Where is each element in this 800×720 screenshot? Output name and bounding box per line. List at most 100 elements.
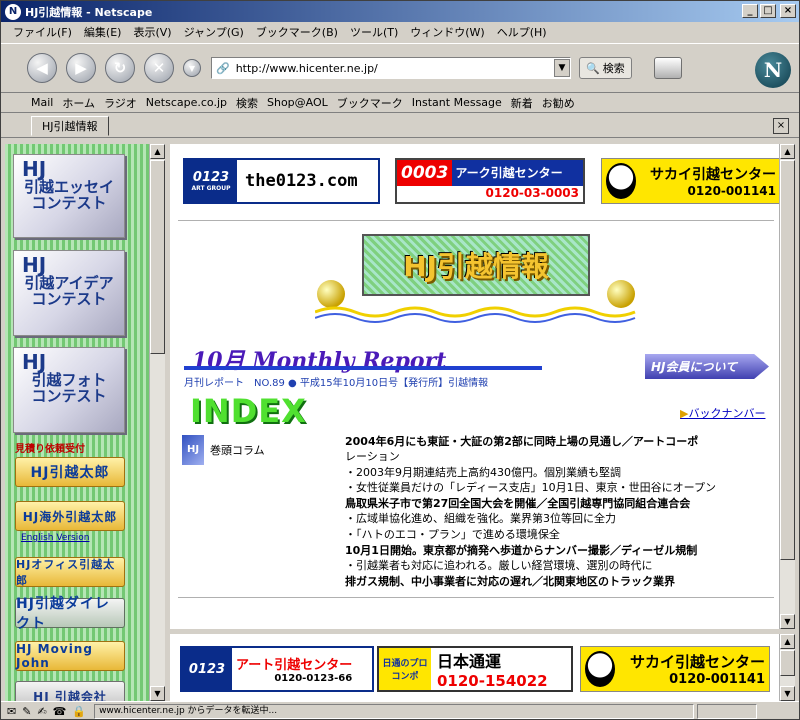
bottom-scroll-up-icon[interactable]: ▲	[780, 634, 795, 649]
banner-sakai-bottom[interactable]: サカイ引越センター 0120-001141	[580, 646, 770, 692]
sidebar-kaigai[interactable]: HJ海外引越太郎	[15, 501, 125, 531]
toolbar-instant-message[interactable]: Instant Message	[412, 96, 502, 109]
sidebar-scroll-up-icon[interactable]: ▲	[150, 144, 165, 159]
main-scrollbar[interactable]: ▲ ▼	[779, 144, 795, 629]
english-version-link[interactable]: English Version	[21, 533, 89, 543]
status-icon-address-book[interactable]: ☎	[53, 705, 67, 718]
toolbar-new[interactable]: 新着	[511, 95, 533, 111]
quote-heading: 見積り依頼受付	[15, 444, 85, 455]
forward-icon[interactable]: ▶	[66, 53, 96, 83]
banner-arc[interactable]: 0003 アーク引越センター 0120-03-0003	[395, 158, 585, 204]
toolbar-bookmarks[interactable]: ブックマーク	[337, 95, 403, 111]
banner-arc-num: 0003	[397, 160, 453, 186]
member-info-button[interactable]: HJ会員について	[645, 354, 769, 379]
url-dropdown-icon[interactable]: ▼	[554, 59, 570, 77]
sidebar-taro[interactable]: HJ引越太郎	[15, 457, 125, 487]
sidebar-company[interactable]: HJ 引越会社	[15, 681, 125, 701]
banner-nittsu[interactable]: 日通のプロコンポ 日本通運 0120-154022	[377, 646, 573, 692]
url-field[interactable]: 🔗 http://www.hicenter.ne.jp/ ▼	[211, 57, 571, 79]
bottom-scroll-down-icon[interactable]: ▼	[780, 686, 795, 701]
menu-file[interactable]: ファイル(F)	[7, 24, 78, 40]
sidebar-idea-contest[interactable]: HJ 引越アイデア コンテスト	[13, 250, 125, 336]
photo-label: 引越フォト コンテスト	[31, 371, 107, 405]
status-text-box: www.hicenter.ne.jp からデータを転送中...	[94, 703, 695, 719]
banner-art-tel: 0120-0123-66	[274, 673, 353, 684]
toolbar-shop[interactable]: Shop@AOL	[267, 96, 328, 109]
menu-help[interactable]: ヘルプ(H)	[491, 24, 553, 40]
netscape-logo-icon[interactable]: N	[755, 52, 791, 88]
index-line-0[interactable]: 2004年6月にも東証・大証の第2部に同時上場の見通し／アートコーポ	[345, 434, 698, 449]
index-line-9[interactable]: 排ガス規制、中小事業者に対応の遅れ／北関東地区のトラック業界	[345, 574, 675, 589]
index-line-3: ・女性従業員だけの「レディース支店」10月1日、東京・世田谷にオープン	[345, 481, 717, 494]
bottom-banner-frame: 0123 アート引越センター 0120-0123-66 日通のプロコンポ 日本通…	[170, 634, 779, 701]
banner-0123[interactable]: 0123 ART GROUP the0123.com	[183, 158, 380, 204]
history-dropdown-icon[interactable]: ▼	[183, 59, 201, 77]
toolbar-recommend[interactable]: お勧め	[542, 95, 575, 111]
bottom-divider	[178, 597, 774, 599]
reload-icon[interactable]: ↻	[105, 53, 135, 83]
main-scroll-down-icon[interactable]: ▼	[780, 614, 795, 629]
toolbar-search[interactable]: 検索	[236, 95, 258, 111]
progress-box	[697, 703, 758, 719]
top-divider	[178, 220, 774, 222]
tab-hj[interactable]: HJ引越情報	[31, 115, 109, 136]
sidebar-office[interactable]: HJオフィス引越太郎	[15, 557, 125, 587]
url-text: http://www.hicenter.ne.jp/	[235, 61, 378, 75]
main-scroll-thumb[interactable]	[780, 160, 795, 560]
menu-edit[interactable]: 編集(E)	[78, 24, 128, 40]
sidebar-scroll-thumb[interactable]	[150, 160, 165, 354]
menu-tools[interactable]: ツール(T)	[344, 24, 404, 40]
main-scroll-up-icon[interactable]: ▲	[780, 144, 795, 159]
report-subtitle: 月刊レポート NO.89 ● 平成15年10月10日号【発行所】引越情報	[184, 378, 489, 389]
essay-label: 引越エッセイ コンテスト	[23, 178, 114, 212]
bottom-scroll-thumb[interactable]	[780, 650, 795, 676]
tab-close-icon[interactable]: ×	[773, 118, 789, 134]
search-button[interactable]: 🔍 検索	[579, 57, 632, 79]
banner-art[interactable]: 0123 アート引越センター 0120-0123-66	[180, 646, 374, 692]
print-icon[interactable]	[653, 57, 682, 79]
menu-go[interactable]: ジャンプ(G)	[178, 24, 250, 40]
banner-sakai-bottom-tel: 0120-001141	[669, 672, 765, 687]
status-icon-compose[interactable]: ✎	[22, 705, 31, 718]
sidebar-essay-contest[interactable]: HJ 引越エッセイ コンテスト	[13, 154, 125, 238]
status-bar: ✉ ✎ ✍ ☎ 🔒 www.hicenter.ne.jp からデータを転送中..…	[1, 701, 799, 720]
status-icon-mail[interactable]: ✉	[7, 705, 16, 718]
maximize-button[interactable]: □	[760, 4, 776, 18]
back-number-link[interactable]: ▶バックナンバー	[680, 405, 765, 421]
sidebar-scroll-down-icon[interactable]: ▼	[150, 686, 165, 701]
index-line-5: ・広域単協化進め、組織を強化。業界第3位等回に全力	[345, 512, 616, 525]
column-label: 巻頭コラム	[210, 444, 265, 457]
stop-icon[interactable]: ✕	[144, 53, 174, 83]
main-content-frame: 0123 ART GROUP the0123.com 0003 アーク引越センタ…	[170, 144, 779, 629]
toolbar-mail[interactable]: Mail	[31, 96, 53, 109]
status-icon-security[interactable]: 🔒	[72, 705, 86, 718]
banner-sakai-bottom-name: サカイ引越センター	[629, 653, 765, 671]
idea-label: 引越アイデア コンテスト	[24, 274, 114, 308]
index-line-7[interactable]: 10月1日開始。東京都が摘発へ歩道からナンバー撮影／ディーゼル規制	[345, 543, 697, 558]
menu-bookmarks[interactable]: ブックマーク(B)	[250, 24, 344, 40]
tab-label: HJ引越情報	[42, 119, 98, 133]
menu-view[interactable]: 表示(V)	[127, 24, 177, 40]
sidebar-moving-john[interactable]: HJ Moving John	[15, 641, 125, 671]
index-heading: INDEX	[190, 392, 307, 430]
sidebar-photo-contest[interactable]: HJ 引越フォト コンテスト	[13, 347, 125, 433]
close-button[interactable]: ×	[780, 4, 796, 18]
panda-icon	[606, 163, 636, 199]
sidebar-direct[interactable]: HJ引越ダイレクト	[15, 596, 125, 632]
search-button-label: 検索	[602, 62, 625, 75]
toolbar-netscape[interactable]: Netscape.co.jp	[146, 96, 227, 109]
status-text: www.hicenter.ne.jp からデータを転送中...	[99, 705, 278, 716]
menu-window[interactable]: ウィンドウ(W)	[404, 24, 490, 40]
back-icon[interactable]: ◀	[27, 53, 57, 83]
sidebar-scrollbar[interactable]: ▲ ▼	[149, 144, 165, 701]
toolbar-home[interactable]: ホーム	[62, 95, 95, 111]
search-icon: 🔍	[586, 61, 600, 75]
banner-sakai-name: サカイ引越センター	[650, 167, 776, 183]
index-line-4[interactable]: 鳥取県米子市で第27回全国大会を開催／全国引越専門協同組合連合会	[345, 496, 690, 511]
banner-sakai-top[interactable]: サカイ引越センター 0120-001141	[601, 158, 779, 204]
bottom-scrollbar[interactable]: ▲ ▼	[779, 634, 795, 701]
minimize-button[interactable]: _	[742, 4, 758, 18]
toolbar-radio[interactable]: ラジオ	[104, 95, 137, 111]
banner-arc-name: アーク引越センター	[452, 160, 583, 186]
status-icon-composer[interactable]: ✍	[37, 705, 46, 718]
